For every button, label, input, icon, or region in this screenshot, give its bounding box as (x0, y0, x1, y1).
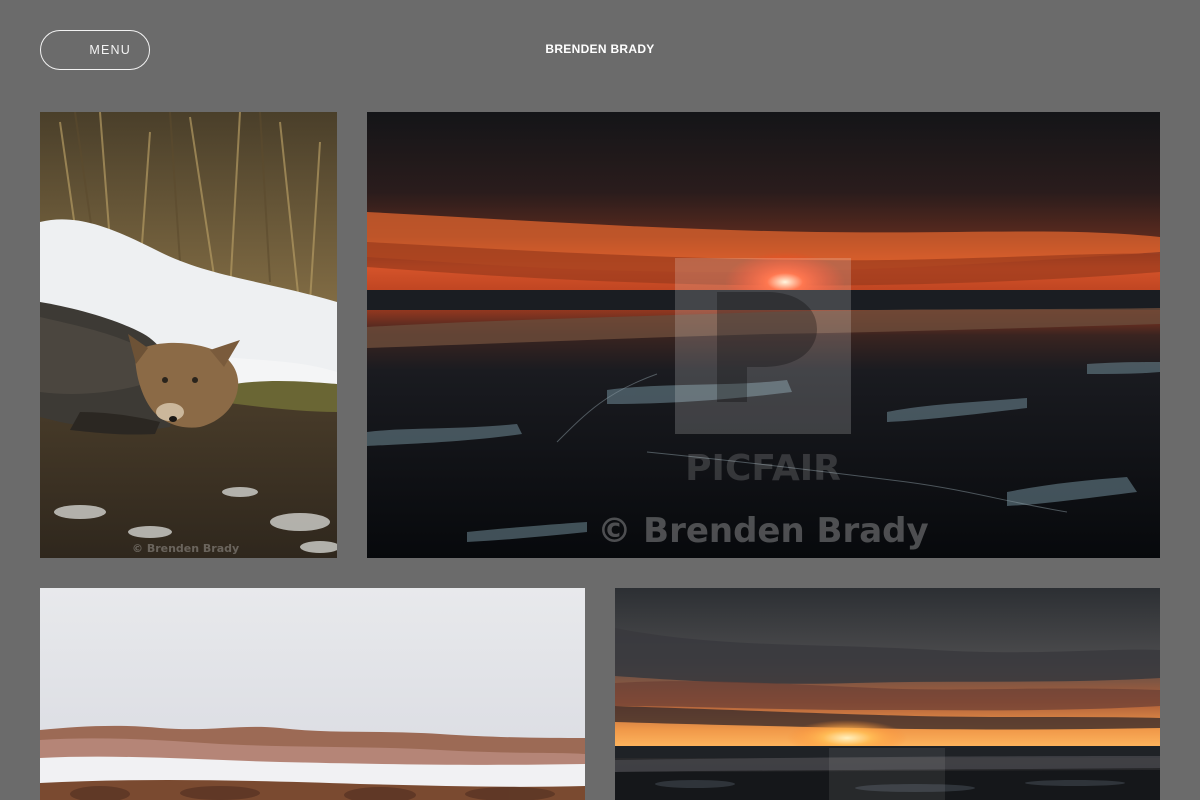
cloudy-sunset-image (615, 588, 1160, 800)
snowy-hills-image (40, 588, 585, 800)
sunset-valley-image: PICFAIR © Brenden Brady (367, 112, 1160, 558)
gallery-photo-snowy-hills[interactable] (40, 588, 585, 800)
gallery-photo-coyote[interactable]: © Brenden Brady (40, 112, 337, 558)
site-title[interactable]: BRENDEN BRADY (0, 42, 1200, 56)
coyote-watermark: © Brenden Brady (132, 542, 239, 555)
picfair-brand-text: PICFAIR (685, 448, 841, 489)
coyote-photo-image: © Brenden Brady (40, 112, 337, 558)
gallery-photo-sunset-valley[interactable]: PICFAIR © Brenden Brady (367, 112, 1160, 558)
sunset-valley-watermark: © Brenden Brady (597, 511, 928, 551)
gallery-photo-cloudy-sunset[interactable] (615, 588, 1160, 800)
picfair-watermark: PICFAIR (675, 258, 851, 489)
gallery-page: MENU BRENDEN BRADY © Brenden Brady PICFA… (0, 0, 1200, 800)
